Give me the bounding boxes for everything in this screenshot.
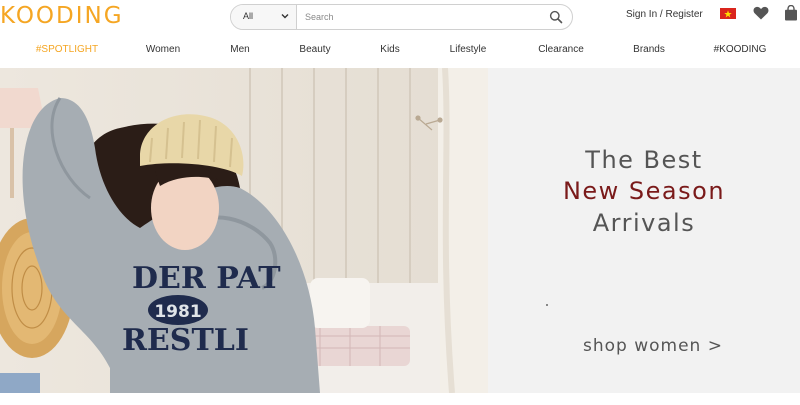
category-nav: #SPOTLIGHT Women Men Beauty Kids Lifesty… (0, 34, 800, 66)
sweatshirt-badge-text: 1981 (154, 302, 201, 322)
nav-item-clearance[interactable]: Clearance (538, 44, 584, 55)
hero-text-panel: The Best New Season Arrivals shop women … (488, 68, 800, 393)
search-bar: All (230, 4, 573, 30)
chevron-down-icon (281, 14, 289, 19)
search-category-select[interactable]: All (231, 5, 297, 29)
nav-item-brands[interactable]: Brands (633, 44, 665, 55)
nav-item-men[interactable]: Men (230, 44, 249, 55)
sweatshirt-text-top: DER PAT (132, 261, 281, 296)
sweatshirt-text-bottom: RESTLI (122, 323, 249, 358)
kooding-logo[interactable]: KOODING (0, 3, 124, 29)
hero-headline-highlight: New Season (562, 177, 726, 205)
hero-photo: DER PAT 1981 RESTLI (0, 68, 488, 393)
search-input[interactable] (305, 9, 535, 25)
hero-headline-line-3: Arrivals (592, 209, 696, 237)
nav-item-women[interactable]: Women (146, 44, 180, 55)
decorative-dot (546, 304, 548, 306)
search-icon[interactable] (549, 10, 563, 24)
vietnam-flag-icon[interactable] (720, 8, 736, 19)
nav-item-spotlight[interactable]: #SPOTLIGHT (36, 44, 98, 55)
nav-item-kids[interactable]: Kids (380, 44, 399, 55)
shop-women-link[interactable]: shop women > (583, 336, 723, 356)
site-header: KOODING All Sign In / Register (0, 0, 800, 34)
nav-item-beauty[interactable]: Beauty (299, 44, 330, 55)
nav-item-lifestyle[interactable]: Lifestyle (450, 44, 487, 55)
shopping-bag-icon[interactable] (784, 5, 798, 21)
hero-headline-line-1: The Best (585, 146, 703, 174)
search-category-label: All (243, 11, 254, 21)
nav-item-kooding[interactable]: #KOODING (714, 44, 767, 55)
hero-photo-illustration: DER PAT 1981 RESTLI (0, 68, 488, 393)
hero-banner[interactable]: DER PAT 1981 RESTLI The Best New Season … (0, 68, 800, 393)
flag-star-icon (724, 9, 732, 17)
heart-icon[interactable] (753, 6, 769, 20)
sign-in-register-link[interactable]: Sign In / Register (626, 9, 703, 20)
